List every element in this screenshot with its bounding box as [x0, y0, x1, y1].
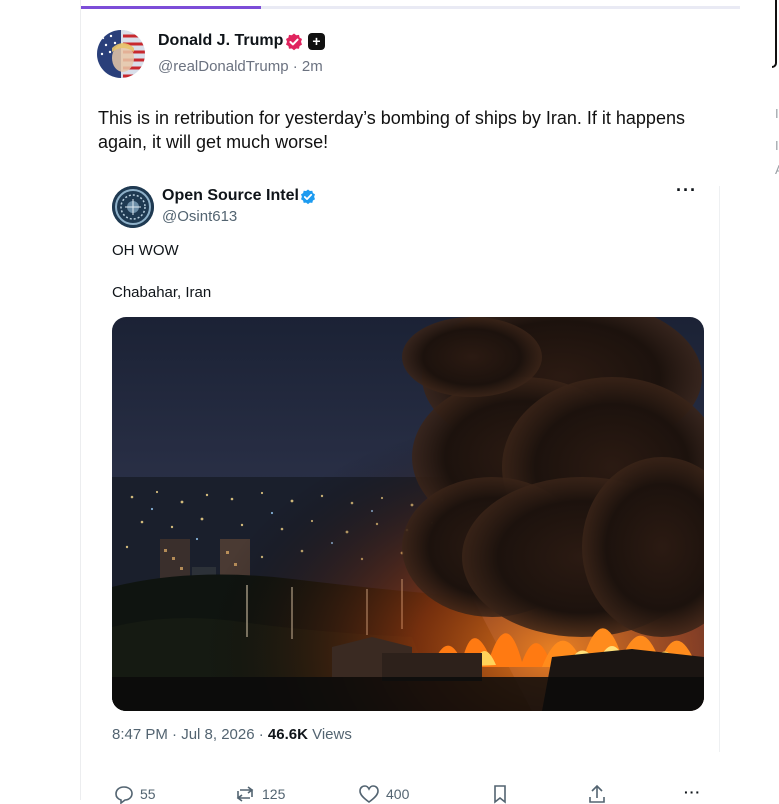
views-label: Views: [307, 726, 352, 743]
left-gutter: [0, 0, 80, 800]
right-fragment: I: [775, 138, 779, 153]
share-button[interactable]: [588, 784, 606, 804]
verified-badge-icon: [286, 33, 302, 51]
views-count: 46.6K: [267, 726, 308, 743]
post-time[interactable]: 2m: [302, 58, 323, 75]
top-progress-bar: [81, 6, 740, 9]
reply-icon: [115, 786, 133, 804]
embed-text-line1: OH WOW: [112, 242, 179, 259]
embed-divider: [719, 186, 720, 752]
reply-button[interactable]: 55: [114, 784, 156, 804]
embed-timestamp[interactable]: 8:47 PM · Jul 8, 2026 ·: [112, 726, 268, 743]
author-name[interactable]: Donald J. Trump: [158, 32, 283, 50]
post-text: This is in retribution for yesterday’s b…: [98, 108, 685, 152]
embed-author-name[interactable]: Open Source Intel: [162, 187, 299, 205]
embed-text-line2: Chabahar, Iran: [112, 284, 212, 301]
embed-author-avatar[interactable]: [112, 186, 154, 228]
plus-badge-icon: +: [308, 33, 325, 50]
right-panel-edge: [772, 0, 777, 68]
bookmark-icon: [494, 785, 506, 804]
more-options-icon[interactable]: ···: [676, 180, 697, 201]
right-column: [740, 0, 779, 800]
action-bar: 55 125 400 ···: [110, 784, 710, 804]
share-icon: [589, 784, 605, 803]
repost-icon: [236, 786, 254, 802]
embed-photo[interactable]: [112, 317, 704, 711]
bookmark-button[interactable]: [492, 784, 508, 804]
more-actions-button[interactable]: ···: [684, 784, 701, 800]
verified-check-icon: [301, 189, 315, 205]
author-handle-line[interactable]: @realDonaldTrump · 2m: [158, 58, 323, 75]
embed-author-handle[interactable]: @Osint613: [162, 208, 237, 225]
repost-button[interactable]: 125: [234, 784, 285, 804]
embed-meta: 8:47 PM · Jul 8, 2026 · 46.6K Views: [112, 726, 352, 743]
author-avatar[interactable]: [97, 30, 145, 78]
like-button[interactable]: 400: [358, 784, 409, 804]
author-handle[interactable]: @realDonaldTrump: [158, 58, 289, 75]
separator-dot: ·: [292, 58, 298, 75]
top-progress-accent: [81, 6, 261, 9]
right-fragment: A: [775, 162, 779, 177]
heart-icon: [359, 785, 379, 803]
right-fragment: I: [775, 106, 779, 121]
